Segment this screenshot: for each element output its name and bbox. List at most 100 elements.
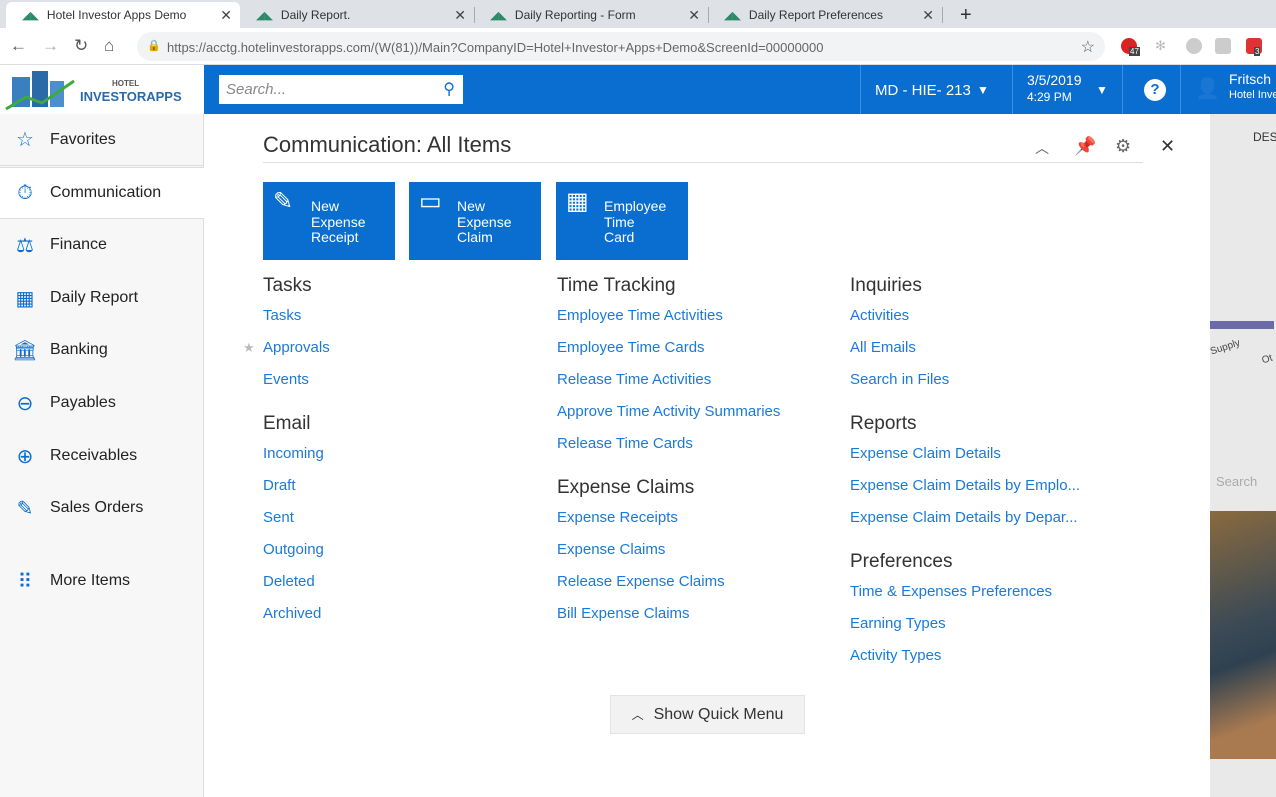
- collapse-icon[interactable]: ︿: [1035, 138, 1049, 158]
- close-tab-icon[interactable]: ✕: [220, 7, 232, 24]
- new-tab-button[interactable]: +: [944, 2, 974, 28]
- extension-icon[interactable]: [1186, 38, 1202, 54]
- chevron-down-icon: ▼: [1096, 83, 1108, 97]
- link-expense-receipts[interactable]: Expense Receipts: [557, 508, 780, 540]
- link-release-time-activities[interactable]: Release Time Activities: [557, 370, 780, 402]
- link-approvals[interactable]: ★ Approvals: [243, 338, 330, 370]
- bg-label: Ot: [1260, 352, 1275, 367]
- link-employee-time-activities[interactable]: Employee Time Activities: [557, 306, 780, 338]
- background-dashboard: DES Supply Ot Search: [1209, 114, 1276, 797]
- site-icon: ◢◣: [490, 9, 507, 22]
- calendar-icon: ▦: [566, 188, 589, 215]
- logo-text-bottom: INVESTORAPPS: [80, 89, 182, 104]
- sidebar-item-sales-orders[interactable]: ✎ Sales Orders: [0, 482, 204, 534]
- link-tasks[interactable]: Tasks: [263, 306, 330, 338]
- sidebar-item-receivables[interactable]: ⊕ Receivables: [0, 430, 204, 482]
- sidebar-item-finance[interactable]: ⚖ Finance: [0, 219, 204, 271]
- new-expense-receipt-tile[interactable]: ✎ New Expense Receipt: [263, 182, 395, 260]
- sidebar-item-label: Banking: [50, 341, 108, 358]
- close-tab-icon[interactable]: ✕: [922, 7, 934, 24]
- sidebar-item-favorites[interactable]: ☆ Favorites: [0, 114, 204, 166]
- tile-label: New Expense Claim: [457, 198, 512, 245]
- help-icon: ?: [1144, 79, 1166, 101]
- browser-tab[interactable]: ◢◣ Daily Report. ✕: [240, 2, 475, 28]
- close-tab-icon[interactable]: ✕: [688, 7, 700, 24]
- link-employee-time-cards[interactable]: Employee Time Cards: [557, 338, 780, 370]
- back-icon[interactable]: ←: [10, 36, 27, 56]
- new-expense-claim-tile[interactable]: ▭ New Expense Claim: [409, 182, 541, 260]
- date-selector[interactable]: 3/5/2019 4:29 PM ▼: [1012, 65, 1122, 114]
- extension-icon[interactable]: [1215, 38, 1231, 54]
- extension-icon[interactable]: ✻: [1155, 38, 1171, 54]
- extension-badge: 47: [1129, 47, 1140, 56]
- link-all-emails[interactable]: All Emails: [850, 338, 1080, 370]
- logo-buildings-icon: [5, 71, 75, 111]
- star-icon: ☆: [16, 129, 34, 151]
- link-activity-types[interactable]: Activity Types: [850, 646, 1080, 678]
- link-bill-expense-claims[interactable]: Bill Expense Claims: [557, 604, 780, 636]
- sidebar-item-banking[interactable]: 🏛 Banking: [0, 324, 204, 376]
- link-events[interactable]: Events: [263, 370, 330, 402]
- link-deleted[interactable]: Deleted: [263, 572, 330, 604]
- link-release-time-cards[interactable]: Release Time Cards: [557, 434, 780, 466]
- close-icon[interactable]: ✕: [1160, 136, 1175, 157]
- show-quick-menu-button[interactable]: ︿ Show Quick Menu: [610, 695, 805, 734]
- employee-time-card-tile[interactable]: ▦ Employee Time Card: [556, 182, 688, 260]
- home-icon[interactable]: ⌂: [104, 36, 114, 56]
- sidebar-item-daily-report[interactable]: ▦ Daily Report: [0, 272, 204, 324]
- sidebar-item-communication[interactable]: ⏱ Communication: [0, 167, 204, 219]
- grid-icon: ⠿: [17, 570, 33, 593]
- bookmark-star-icon[interactable]: ☆: [1081, 37, 1095, 57]
- bg-label: Supply: [1209, 337, 1242, 358]
- link-earning-types[interactable]: Earning Types: [850, 614, 1080, 646]
- sidebar-item-label: Finance: [50, 236, 107, 253]
- extension-icon[interactable]: 47: [1121, 38, 1140, 56]
- link-approve-time-activity-summaries[interactable]: Approve Time Activity Summaries: [557, 402, 780, 434]
- app-header: HOTEL INVESTORAPPS Search... ⚲ MD - HIE- …: [0, 65, 1276, 114]
- branch-selector[interactable]: MD - HIE- 213 ▼: [860, 65, 1012, 114]
- reload-icon[interactable]: ↻: [74, 36, 88, 56]
- search-placeholder: Search...: [226, 81, 287, 98]
- browser-tab[interactable]: ◢◣ Daily Reporting - Form ✕: [474, 2, 709, 28]
- browser-tab[interactable]: ◢◣ Daily Report Preferences ✕: [708, 2, 943, 28]
- site-icon: ◢◣: [256, 9, 273, 22]
- edit-icon: ✎: [273, 188, 294, 215]
- link-expense-claim-details[interactable]: Expense Claim Details: [850, 444, 1080, 476]
- link-archived[interactable]: Archived: [263, 604, 330, 636]
- logo[interactable]: HOTEL INVESTORAPPS: [0, 65, 204, 114]
- time-label: 4:29 PM: [1027, 90, 1072, 104]
- link-release-expense-claims[interactable]: Release Expense Claims: [557, 572, 780, 604]
- user-menu[interactable]: 👤 Fritsch Hotel Inve: [1180, 65, 1276, 114]
- search-icon[interactable]: ⚲: [443, 79, 455, 99]
- bg-column-header: DES: [1253, 130, 1276, 144]
- tab-title: Daily Report Preferences: [748, 8, 883, 22]
- close-tab-icon[interactable]: ✕: [454, 7, 466, 24]
- user-icon: 👤: [1195, 78, 1220, 100]
- sidebar-item-more-items[interactable]: ⠿ More Items: [0, 555, 204, 607]
- forward-icon[interactable]: →: [42, 36, 59, 56]
- link-draft[interactable]: Draft: [263, 476, 330, 508]
- gear-icon[interactable]: ⚙: [1115, 136, 1131, 157]
- help-button[interactable]: ?: [1122, 65, 1180, 114]
- link-sent[interactable]: Sent: [263, 508, 330, 540]
- url-field[interactable]: 🔒 https://acctg.hotelinvestorapps.com/(W(…: [137, 32, 1105, 61]
- extension-badge: 3: [1254, 47, 1261, 56]
- link-activities[interactable]: Activities: [850, 306, 1080, 338]
- link-expense-claims[interactable]: Expense Claims: [557, 540, 780, 572]
- search-input[interactable]: Search... ⚲: [219, 75, 463, 104]
- browser-tab[interactable]: ◢◣ Hotel Investor Apps Demo ✕: [6, 2, 240, 28]
- sidebar-item-payables[interactable]: ⊖ Payables: [0, 377, 204, 429]
- favorite-star-icon[interactable]: ★: [243, 338, 255, 358]
- extension-icon[interactable]: 3: [1246, 38, 1262, 56]
- link-outgoing[interactable]: Outgoing: [263, 540, 330, 572]
- link-time-expenses-preferences[interactable]: Time & Expenses Preferences: [850, 582, 1080, 614]
- link-expense-claim-details-by-employee[interactable]: Expense Claim Details by Emplo...: [850, 476, 1080, 508]
- url-path: /(W(81))/Main?CompanyID=Hotel+Investor+A…: [370, 40, 824, 55]
- link-expense-claim-details-by-department[interactable]: Expense Claim Details by Depar...: [850, 508, 1080, 540]
- timer-icon: ⏱: [17, 181, 33, 204]
- link-search-in-files[interactable]: Search in Files: [850, 370, 1080, 402]
- column-3: Inquiries Activities All Emails Search i…: [850, 274, 1080, 678]
- pin-icon[interactable]: 📌: [1074, 136, 1096, 157]
- link-incoming[interactable]: Incoming: [263, 444, 330, 476]
- sidebar-item-label: Payables: [50, 394, 116, 411]
